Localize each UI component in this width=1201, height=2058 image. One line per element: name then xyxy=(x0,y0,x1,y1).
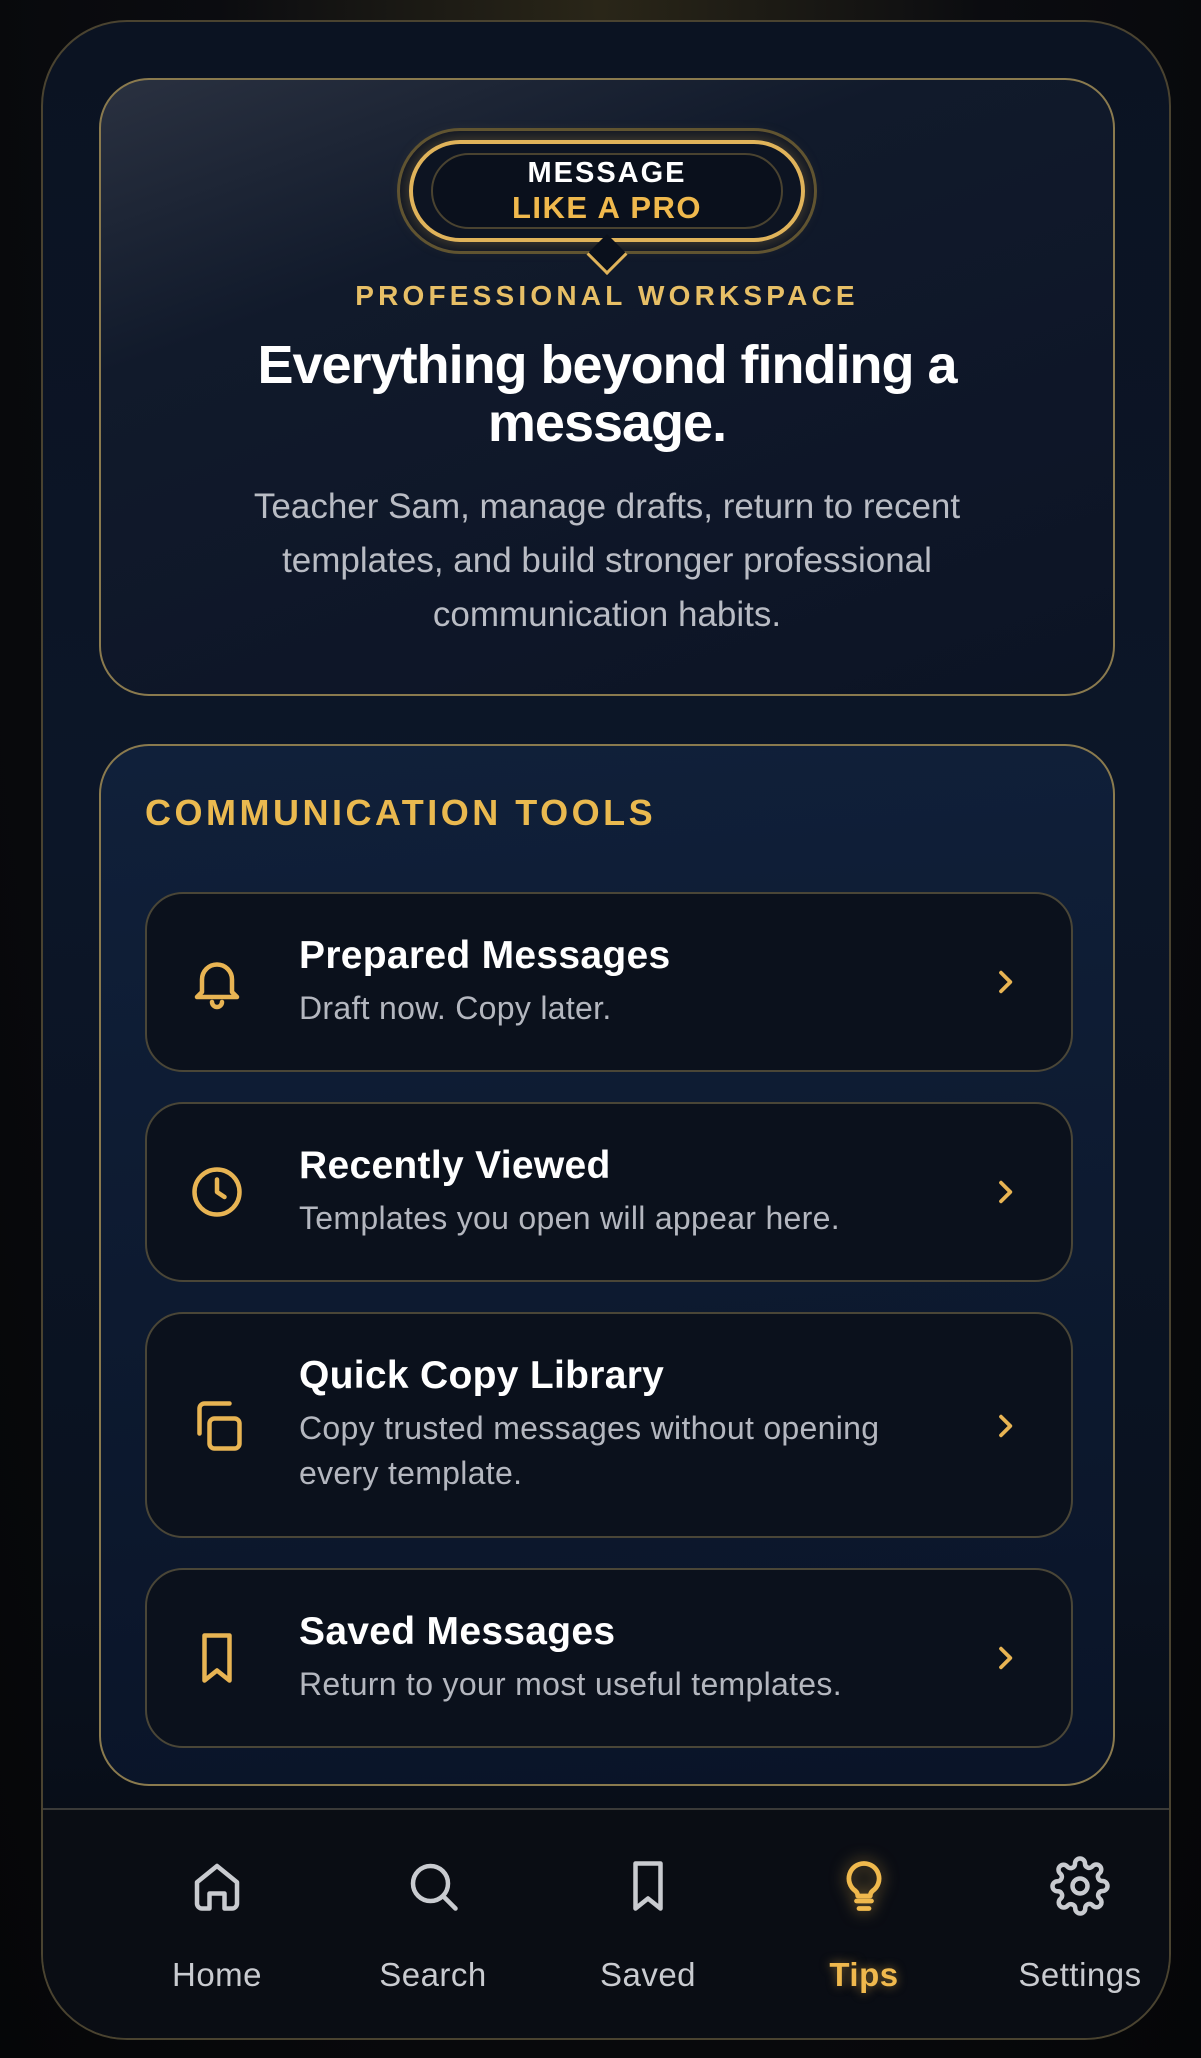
tool-subtitle: Return to your most useful templates. xyxy=(299,1666,842,1702)
tool-title: Recently Viewed xyxy=(299,1144,611,1187)
tool-recently-viewed[interactable]: Recently Viewed Templates you open will … xyxy=(145,1102,1073,1282)
tool-prepared-messages[interactable]: Prepared Messages Draft now. Copy later. xyxy=(145,892,1073,1072)
tool-subtitle: Templates you open will appear here. xyxy=(299,1200,840,1236)
badge-line-2: LIKE A PRO xyxy=(511,190,703,225)
badge-line-1: MESSAGE xyxy=(527,157,687,189)
tool-saved-messages[interactable]: Saved Messages Return to your most usefu… xyxy=(145,1568,1073,1748)
tab-label: Home xyxy=(171,1956,263,1993)
search-icon xyxy=(403,1856,463,1916)
section-title: COMMUNICATION TOOLS xyxy=(145,792,657,833)
hero-description: Teacher Sam, manage drafts, return to re… xyxy=(253,487,961,634)
chevron-right-icon xyxy=(989,1176,1021,1208)
tab-label: Saved xyxy=(599,1956,697,1993)
gear-icon xyxy=(1050,1856,1110,1916)
tool-subtitle: Draft now. Copy later. xyxy=(299,990,612,1026)
communication-tools-card: COMMUNICATION TOOLS Prepared Messages Dr… xyxy=(99,744,1115,1786)
app-screen: MESSAGE LIKE A PRO PROFESSIONAL WORKSPAC… xyxy=(41,20,1171,2040)
tool-title: Saved Messages xyxy=(299,1610,616,1653)
bell-icon xyxy=(187,952,247,1012)
tab-tips[interactable]: Tips xyxy=(774,1810,954,2010)
lightbulb-icon xyxy=(834,1856,894,1916)
tab-label: Settings xyxy=(1018,1956,1142,1993)
chevron-right-icon xyxy=(989,1410,1021,1442)
bookmark-icon xyxy=(618,1856,678,1916)
bookmark-icon xyxy=(187,1628,247,1688)
tool-title: Prepared Messages xyxy=(299,934,671,977)
bottom-tab-bar: Home Search Saved Tips Settings xyxy=(43,1808,1169,2038)
tab-label: Search xyxy=(379,1956,487,1993)
hero-title: Everything beyond finding a message. xyxy=(257,335,957,453)
tool-quick-copy-library[interactable]: Quick Copy Library Copy trusted messages… xyxy=(145,1312,1073,1538)
tab-label: Tips xyxy=(829,1956,899,1993)
copy-icon xyxy=(187,1396,247,1456)
tab-saved[interactable]: Saved xyxy=(558,1810,738,2010)
brand-badge: MESSAGE LIKE A PRO xyxy=(397,128,817,276)
tab-home[interactable]: Home xyxy=(127,1810,307,2010)
clock-icon xyxy=(187,1162,247,1222)
home-icon xyxy=(187,1856,247,1916)
tab-search[interactable]: Search xyxy=(343,1810,523,2010)
hero-eyebrow: PROFESSIONAL WORKSPACE xyxy=(355,280,859,311)
hero-card: MESSAGE LIKE A PRO PROFESSIONAL WORKSPAC… xyxy=(99,78,1115,696)
tool-title: Quick Copy Library xyxy=(299,1354,665,1397)
tool-subtitle: Copy trusted messages without opening ev… xyxy=(299,1410,880,1491)
chevron-right-icon xyxy=(989,1642,1021,1674)
tab-settings[interactable]: Settings xyxy=(990,1810,1169,2010)
chevron-right-icon xyxy=(989,966,1021,998)
